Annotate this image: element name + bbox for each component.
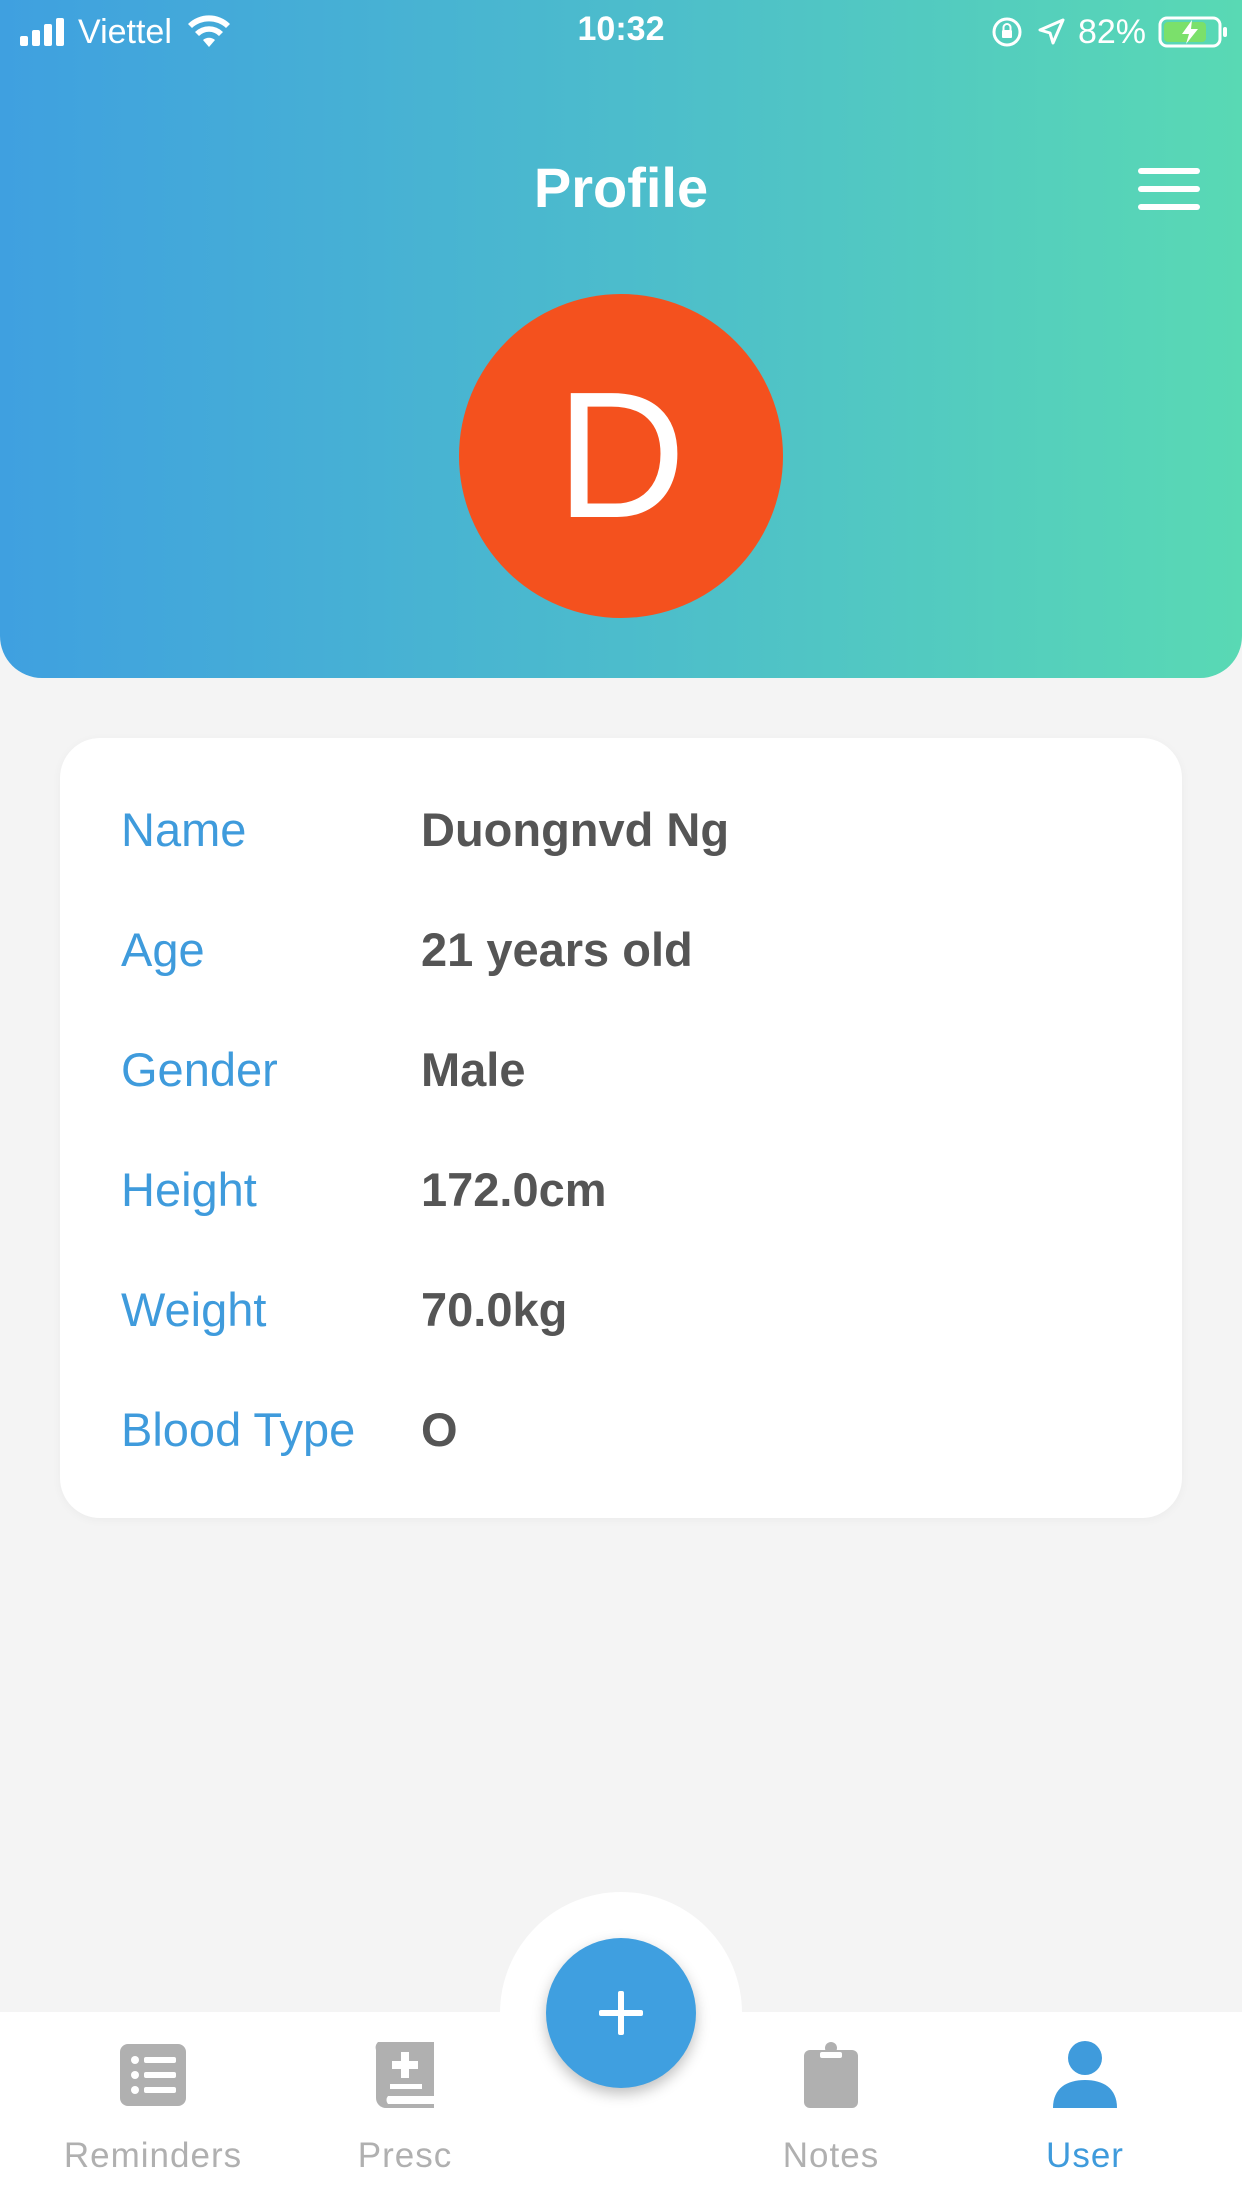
row-label: Age (121, 922, 205, 976)
status-right: 82% (990, 10, 1228, 54)
profile-row-name: Name Duongnvd Ng (60, 789, 1182, 869)
row-label: Blood Type (121, 1402, 356, 1456)
row-value: Duongnvd Ng (421, 802, 730, 856)
medical-book-icon (375, 2042, 434, 2108)
profile-row-age: Age 21 years old (60, 909, 1182, 989)
battery-percent: 82% (1077, 12, 1146, 51)
row-label: Weight (121, 1282, 267, 1336)
status-bar: Viettel 10:32 82% (0, 0, 1242, 64)
nav-item-reminders[interactable]: Reminders (33, 2040, 273, 2190)
row-value: 70.0kg (421, 1282, 568, 1336)
profile-row-blood-type: Blood Type O (60, 1389, 1182, 1469)
row-value: O (421, 1402, 458, 1456)
plus-icon (599, 1991, 643, 2035)
row-value: 172.0cm (421, 1162, 607, 1216)
nav-label: User (1046, 2136, 1124, 2175)
profile-row-weight: Weight 70.0kg (60, 1269, 1182, 1349)
profile-row-height: Height 172.0cm (60, 1149, 1182, 1229)
profile-screen: Viettel 10:32 82% Profile D Name Duongnv… (0, 0, 1242, 2208)
nav-label: Notes (782, 2136, 880, 2175)
nav-item-presc[interactable]: Presc (285, 2040, 525, 2190)
avatar: D (459, 294, 783, 618)
location-arrow-icon (1038, 18, 1065, 45)
profile-info-card: Name Duongnvd Ng Age 21 years old Gender… (60, 738, 1182, 1518)
row-label: Height (121, 1162, 257, 1216)
row-value: Male (421, 1042, 526, 1096)
page-title: Profile (533, 156, 709, 219)
user-icon (1053, 2041, 1117, 2108)
add-button[interactable] (546, 1938, 696, 2088)
clipboard-icon (804, 2042, 858, 2108)
nav-label: Presc (357, 2136, 453, 2175)
row-label: Name (121, 802, 247, 856)
row-value: 21 years old (421, 922, 693, 976)
menu-icon[interactable] (1138, 168, 1200, 214)
battery-charging-icon (1158, 16, 1227, 48)
row-label: Gender (121, 1042, 278, 1096)
nav-item-user[interactable]: User (965, 2040, 1205, 2190)
nav-item-notes[interactable]: Notes (711, 2040, 951, 2190)
nav-label: Reminders (63, 2136, 243, 2175)
avatar-initial: D (556, 355, 686, 556)
profile-row-gender: Gender Male (60, 1029, 1182, 1109)
list-icon (120, 2044, 186, 2106)
rotation-lock-icon (992, 17, 1022, 47)
